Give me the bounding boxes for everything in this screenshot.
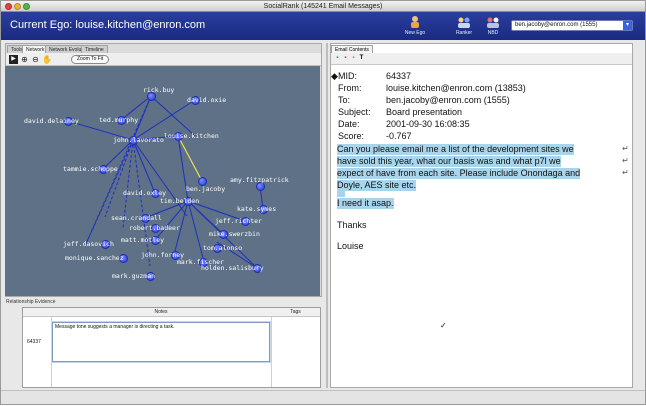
graph-node-label[interactable]: mike.swerzbin <box>209 230 260 238</box>
network-graph[interactable]: rick.buy david.delainey ted.murphy david.ox… <box>5 66 320 296</box>
line-wrap-icon: ↵ <box>622 144 629 153</box>
zoom-to-fit-button[interactable]: Zoom To Fit <box>71 55 110 64</box>
column-notes: Notes <box>154 309 168 315</box>
graph-node-label[interactable]: ted.murphy <box>99 116 138 124</box>
evidence-message-id[interactable]: 64337 <box>27 339 41 345</box>
graph-toolbar: ▶ ⊕ ⊖ ✋ Zoom To Fit <box>6 53 321 66</box>
email-body-line: I need it asap. <box>337 198 394 209</box>
relationship-evidence-table: Notes Tags 64337 Message tone suggests a… <box>22 307 321 388</box>
current-ego-label: Current Ego: louise.kitchen@enron.com <box>10 19 206 31</box>
mouse-cursor-icon: ✓ <box>440 321 447 330</box>
graph-node-label[interactable]: amy.fitzpatrick <box>230 176 289 184</box>
graph-node-label[interactable]: mark.guzman <box>112 272 155 280</box>
pan-hand-icon[interactable]: ✋ <box>42 55 52 64</box>
email-thanks: Thanks <box>337 220 367 230</box>
graph-node-label[interactable]: kate.symes <box>237 205 276 213</box>
status-bar <box>1 390 645 404</box>
note-editor[interactable]: Message tone suggests a manager is direc… <box>52 322 270 362</box>
graph-node-label[interactable]: david.oxie <box>187 96 226 104</box>
email-body-line: Doyle, AES site etc. <box>337 180 417 191</box>
graph-node-label[interactable]: tim.belden <box>160 197 199 205</box>
email-body-line: have sold this year, what our basis was … <box>337 156 561 167</box>
graph-node-label[interactable]: rick.buy <box>143 86 174 94</box>
relationship-evidence-title: Relationship Evidence <box>6 299 56 305</box>
email-body-line: Can you please email me a list of the de… <box>337 144 574 155</box>
graph-node-label[interactable]: louise.kitchen <box>164 132 219 140</box>
app-window: SocialRank (145241 Email Messages) Curre… <box>0 0 646 405</box>
graph-node-label[interactable]: matt.motley <box>121 236 164 244</box>
graph-node-label[interactable]: jeff.richter <box>215 217 262 225</box>
relationship-table-header: Notes Tags <box>23 308 320 317</box>
graph-node-label[interactable]: monique.sanchez <box>65 254 124 262</box>
email-body-line: expect of have from each site. Please in… <box>337 168 581 179</box>
email-signature: Louise <box>337 241 364 251</box>
graph-node-label[interactable]: holden.salisbury <box>201 264 264 272</box>
graph-node-label[interactable]: tammie.schoppe <box>63 165 118 173</box>
graph-node-label[interactable]: ben.jacoby <box>186 185 225 193</box>
zoom-out-icon[interactable]: ⊖ <box>31 55 40 64</box>
graph-node-label[interactable]: robert.badeer <box>129 224 180 232</box>
line-wrap-icon: ↵ <box>622 156 629 165</box>
tab-timeline[interactable]: Timeline <box>81 45 108 53</box>
graph-node-label[interactable]: david.delainey <box>24 117 79 125</box>
graph-node-label[interactable]: tom.alonso <box>203 244 242 252</box>
panel-divider[interactable] <box>326 43 328 388</box>
select-tool-icon[interactable]: ▶ <box>9 55 18 64</box>
graph-node-label[interactable]: john.lavorato <box>113 136 164 144</box>
column-divider <box>271 317 272 387</box>
highlight-fill <box>337 190 345 197</box>
graph-node-label[interactable]: jeff.dasovich <box>63 240 114 248</box>
graph-node-label[interactable]: david.oxley <box>123 189 166 197</box>
graph-node-label[interactable]: sean.crandall <box>111 214 162 222</box>
zoom-in-icon[interactable]: ⊕ <box>20 55 29 64</box>
note-text: Message tone suggests a manager is direc… <box>55 324 175 330</box>
column-tags: Tags <box>290 309 301 315</box>
line-wrap-icon: ↵ <box>622 168 629 177</box>
email-body: Can you please email me a list of the de… <box>330 1 633 406</box>
